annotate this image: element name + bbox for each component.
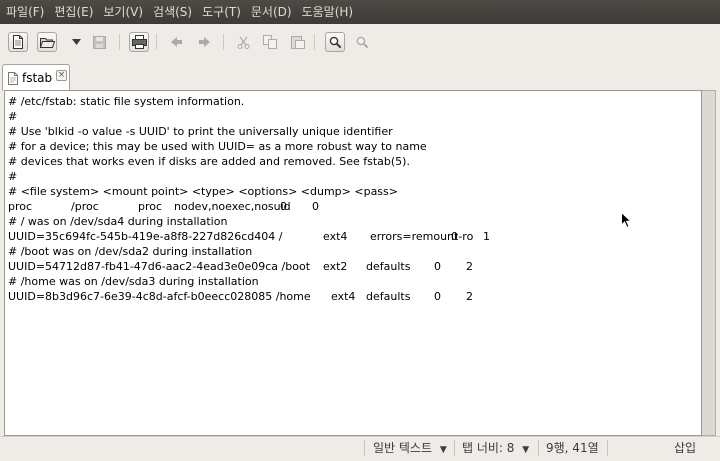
tab-fstab[interactable]: fstab × [2, 64, 70, 91]
redo-button[interactable] [195, 32, 215, 52]
tab-width-label: 탭 너비: 8 [462, 441, 515, 455]
code-token: # for a device; this may be used with UU… [8, 140, 427, 153]
replace-button[interactable] [352, 32, 372, 52]
tab-width-selector[interactable]: 탭 너비: 8 ▼ [462, 437, 529, 459]
toolbar-separator [314, 34, 315, 50]
menu-item-4[interactable]: 도구(T) [197, 0, 246, 24]
code-token: # / was on /dev/sda4 during installation [8, 215, 228, 228]
statusbar-divider [538, 440, 539, 456]
cut-icon [237, 36, 250, 49]
chevron-down-icon: ▼ [439, 445, 447, 455]
statusbar-divider [454, 440, 455, 456]
menubar: 파일(F) 편집(E) 보기(V) 검색(S) 도구(T) 문서(D) 도움말(H) [0, 0, 720, 24]
undo-icon [169, 36, 183, 48]
code-token: 0 [312, 200, 319, 213]
mouse-pointer-icon [621, 211, 633, 231]
open-folder-button[interactable] [37, 32, 57, 52]
menu-item-5[interactable]: 문서(D) [246, 0, 297, 24]
code-token: UUID=8b3d96c7-6e39-4c8d-afcf-b0eecc02808… [8, 290, 311, 303]
tab-bar: fstab × [0, 62, 720, 91]
statusbar-divider [364, 440, 365, 456]
paste-button[interactable] [288, 32, 308, 52]
code-token: 2 [466, 290, 473, 303]
statusbar-divider [607, 440, 608, 456]
code-token: 0 [434, 290, 441, 303]
copy-icon [263, 35, 277, 49]
code-token: proc [138, 200, 163, 213]
code-token: UUID=35c694fc-545b-419e-a8f8-227d826cd40… [8, 230, 283, 243]
chevron-down-icon: ▼ [522, 445, 530, 455]
language-selector[interactable]: 일반 텍스트 ▼ [373, 437, 447, 459]
code-token: # /home was on /dev/sda3 during installa… [8, 275, 259, 288]
insert-mode: 삽입 [674, 441, 697, 455]
vertical-scrollbar[interactable] [702, 90, 716, 436]
code-token: # <file system> <mount point> <type> <op… [8, 185, 398, 198]
new-document-icon [12, 35, 24, 49]
save-button[interactable] [89, 32, 109, 52]
code-token: ext2 [323, 260, 348, 273]
code-token: UUID=54712d87-fb41-47d6-aac2-4ead3e0e09c… [8, 260, 311, 273]
menu-item-3[interactable]: 검색(S) [148, 0, 197, 24]
code-token: # /etc/fstab: static file system informa… [8, 95, 245, 108]
code-token: # Use 'blkid -o value -s UUID' to print … [8, 125, 393, 138]
find-icon [329, 36, 342, 49]
toolbar-separator [223, 34, 224, 50]
code-token: 1 [483, 230, 490, 243]
code-token: # [8, 110, 18, 123]
code-token: 0 [434, 260, 441, 273]
code-token: defaults [366, 260, 411, 273]
cursor-position: 9행, 41열 [546, 441, 599, 455]
code-token: ext4 [323, 230, 348, 243]
recent-dropdown-arrow-button[interactable] [66, 32, 86, 52]
menu-item-0[interactable]: 파일(F) [0, 0, 49, 24]
menu-item-2[interactable]: 보기(V) [98, 0, 148, 24]
code-token: 0 [280, 200, 287, 213]
print-button[interactable] [129, 32, 149, 52]
menu-item-1[interactable]: 편집(E) [49, 0, 98, 24]
code-token: # devices that works even if disks are a… [8, 155, 410, 168]
code-token: # /boot was on /dev/sda2 during installa… [8, 245, 253, 258]
code-token: 2 [466, 260, 473, 273]
code-token: ext4 [331, 290, 356, 303]
find-button[interactable] [325, 32, 345, 52]
redo-icon [198, 36, 212, 48]
menu-item-6[interactable]: 도움말(H) [297, 0, 359, 24]
code-token: nodev,noexec,nosuid [174, 200, 291, 213]
replace-icon [356, 36, 369, 49]
save-icon [92, 35, 106, 49]
code-token: # [8, 170, 18, 183]
toolbar-separator [119, 34, 120, 50]
toolbar-separator [156, 34, 157, 50]
new-document-button[interactable] [8, 32, 28, 52]
copy-button[interactable] [260, 32, 280, 52]
toolbar [0, 24, 720, 62]
tab-label: fstab [22, 71, 53, 85]
print-icon [131, 35, 147, 49]
cut-button[interactable] [233, 32, 253, 52]
text-file-icon [8, 71, 18, 85]
code-token: proc [8, 200, 33, 213]
code-token: defaults [366, 290, 411, 303]
undo-button[interactable] [166, 32, 186, 52]
text-editor[interactable]: # /etc/fstab: static file system informa… [4, 90, 702, 436]
tab-close-button[interactable]: × [56, 70, 67, 81]
code-token: /proc [71, 200, 99, 213]
statusbar: 일반 텍스트 ▼ 탭 너비: 8 ▼ 9행, 41열 삽입 [0, 436, 720, 459]
language-label: 일반 텍스트 [373, 441, 433, 455]
paste-icon [291, 35, 305, 49]
open-folder-icon [39, 36, 55, 49]
recent-dropdown-arrow-icon [71, 39, 81, 45]
code-token: 0 [451, 230, 458, 243]
